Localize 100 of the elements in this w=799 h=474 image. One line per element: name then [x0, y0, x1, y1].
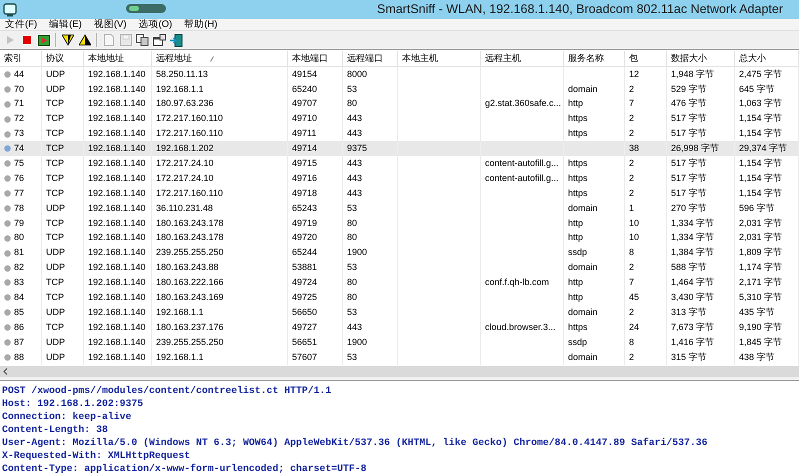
table-cell-text: 192.168.1.1 [156, 350, 204, 364]
http-header-line: Host: 192.168.1.202:9375 [2, 396, 144, 410]
table-cell-text: 596 字节 [739, 202, 775, 215]
table-cell-text: 192.168.1.140 [88, 172, 146, 185]
table-cell-text: 65240 [292, 82, 318, 96]
status-dot-icon [4, 86, 11, 93]
table-cell-text: 588 字节 [671, 261, 707, 274]
table-cell-text: 49720 [292, 231, 318, 244]
status-dot-icon [4, 338, 11, 346]
table-cell-text: 86 [14, 320, 24, 334]
table-cell-text: 49725 [292, 291, 318, 304]
table-cell-text: 435 字节 [739, 306, 775, 319]
table-cell-text: ssdp [568, 336, 588, 349]
table-cell-text: 53881 [292, 261, 318, 274]
table-cell-text: 517 字节 [671, 186, 707, 200]
table-cell-text: 2,171 字节 [739, 276, 782, 290]
copy-button[interactable] [134, 32, 151, 48]
table-cell-text: UDP [46, 246, 66, 260]
table-cell-text: 74 [14, 142, 24, 156]
table-cell-text: 75 [14, 157, 24, 170]
table-cell-text: TCP [46, 172, 64, 185]
menu-item[interactable]: 视图(V) [94, 20, 126, 30]
table-cell-text: 2 [629, 350, 634, 364]
table-cell-text: https [568, 186, 588, 200]
table-cell-text: 9375 [347, 142, 368, 156]
table-row[interactable]: 74 TCP 192.168.1.140 192.168.1.202 49714 9375 38 26,998 字节 29,374 字节 [0, 141, 799, 156]
window-properties-button[interactable] [151, 32, 168, 48]
table-cell-text: 24 [629, 320, 640, 334]
down-triangle-button[interactable] [59, 32, 76, 48]
table-cell-text: 172.217.24.10 [156, 157, 214, 170]
table-cell-text: 1,464 字节 [671, 276, 714, 290]
table-cell-text: http [568, 97, 584, 110]
table-cell-text: 476 字节 [671, 97, 707, 110]
table-cell-text: 517 字节 [671, 157, 707, 170]
table-cell-text: 1 [629, 202, 634, 215]
table-cell-text: http [568, 231, 584, 244]
menu-item[interactable]: 选项(O) [138, 20, 172, 30]
table-cell-text: http [568, 276, 584, 290]
menu-item[interactable]: 帮助(H) [184, 20, 218, 30]
table-cell-text: 180.97.63.236 [156, 97, 214, 110]
status-dot-icon [4, 309, 11, 316]
table-cell-text: 5,310 字节 [739, 291, 782, 304]
menu-item[interactable]: 文件(F) [5, 20, 38, 30]
table-cell-text: TCP [46, 157, 64, 170]
table-cell-text: 2 [629, 172, 634, 185]
table-cell-text: 1,154 字节 [739, 172, 782, 185]
table-cell-text: 76 [14, 172, 24, 185]
table-cell-text: 44 [14, 68, 24, 81]
table-cell-text: 80 [14, 231, 24, 244]
http-header-line: Connection: keep-alive [2, 410, 132, 423]
exit-door-button[interactable] [168, 32, 185, 48]
table-cell-text: 83 [14, 276, 24, 290]
table-cell-text: 53 [347, 261, 358, 274]
table-cell-text: 239.255.255.250 [156, 336, 224, 349]
http-header-line: User-Agent: Mozilla/5.0 (Windows NT 6.3; WOW64) AppleWebKit/537.36 (KHTML, like Gecko) Chrome/84.0.4147.89 Safari/537.36 [2, 436, 708, 449]
table-cell-text: 443 [347, 112, 362, 126]
table-cell-text: 192.168.1.140 [88, 246, 146, 260]
status-dot-icon [4, 220, 11, 227]
menu-item[interactable]: 编辑(E) [49, 20, 82, 30]
table-cell-text: 88 [14, 350, 24, 364]
up-triangle-button[interactable] [76, 32, 93, 48]
table-cell-text: domain [568, 202, 598, 215]
table-row[interactable]: 73 TCP 192.168.1.140 172.217.160.110 49711 443 https 2 517 字节 1,154 字节 [0, 126, 799, 142]
table-cell-text: 192.168.1.140 [88, 261, 146, 274]
table-cell-text: 172.217.160.110 [156, 186, 223, 200]
table-cell-text: 192.168.1.140 [88, 291, 146, 304]
table-cell-text: 77 [14, 186, 24, 200]
table-cell-text: TCP [46, 112, 64, 126]
table-cell-text: UDP [46, 68, 66, 81]
table-cell-text: 517 字节 [671, 172, 707, 185]
table-cell-text: 7,673 字节 [671, 320, 714, 334]
table-cell-text: 529 字节 [671, 82, 707, 96]
table-cell-text: domain [568, 350, 598, 364]
table-cell-text: 1,063 字节 [739, 97, 782, 110]
table-cell-text: 82 [14, 261, 24, 274]
status-dot-icon [4, 175, 11, 182]
table-cell-text: 192.168.1.202 [156, 142, 214, 156]
table-cell-text: 192.168.1.140 [88, 202, 146, 215]
status-dot-icon [4, 250, 11, 257]
table-cell-text: 8000 [347, 68, 368, 81]
table-cell-text: https [568, 112, 588, 126]
table-cell-text: TCP [46, 291, 64, 304]
table-cell-text: 2,475 字节 [739, 68, 782, 81]
table-cell-text: 57607 [292, 350, 318, 364]
table-cell-text: 49707 [292, 97, 318, 110]
table-cell-text: TCP [46, 276, 64, 290]
status-dot-icon [4, 190, 11, 198]
table-cell-text: 192.168.1.140 [88, 320, 146, 334]
table-cell-text: UDP [46, 82, 66, 96]
horizontal-scrollbar[interactable] [0, 366, 799, 377]
table-cell-text: 1,154 字节 [739, 112, 782, 126]
table-cell-text: conf.f.qh-lb.com [485, 276, 550, 290]
table-cell-text: 58.250.11.13 [156, 68, 208, 81]
stop-icon[interactable] [22, 35, 32, 45]
table-cell-text: UDP [46, 261, 66, 274]
table-cell-text: 29,374 字节 [739, 142, 788, 156]
table-cell-text: 192.168.1.140 [88, 350, 146, 364]
table-cell-text: content-autofill.g... [485, 157, 559, 170]
table-cell-text: TCP [46, 320, 64, 334]
table-cell-text: 10 [629, 216, 640, 230]
